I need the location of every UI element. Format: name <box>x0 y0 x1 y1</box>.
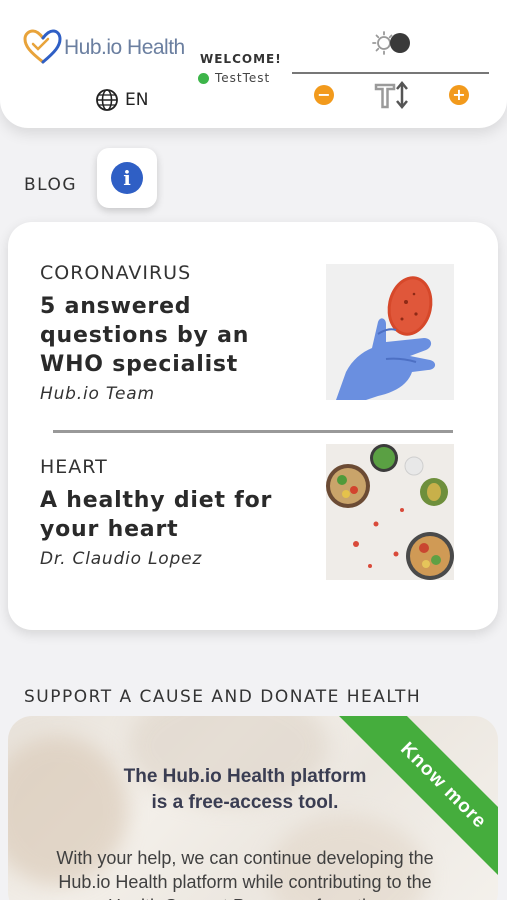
logo[interactable]: Hub.io Health <box>22 28 185 68</box>
article-title[interactable]: A healthy diet for your heart <box>40 486 320 544</box>
info-button[interactable]: i <box>97 148 157 208</box>
app-header: Hub.io Health EN WELCOME! TestTest − + <box>0 0 507 128</box>
info-icon: i <box>111 162 143 194</box>
decrease-font-button[interactable]: − <box>314 85 334 105</box>
username: TestTest <box>215 71 271 85</box>
donate-card[interactable]: The Hub.io Health platform is a free-acc… <box>8 716 498 900</box>
toggle-knob <box>390 33 410 53</box>
know-more-label: Know more <box>396 738 491 833</box>
language-selector[interactable]: EN <box>95 88 148 112</box>
article-separator <box>53 430 453 433</box>
support-section-label: SUPPORT A CAUSE AND DONATE HEALTH <box>24 687 422 707</box>
increase-font-button[interactable]: + <box>449 85 469 105</box>
logo-text: Hub.io Health <box>64 36 185 59</box>
blog-section-label: BLOG <box>24 175 78 195</box>
online-status-dot <box>198 72 209 84</box>
theme-toggle[interactable] <box>372 30 414 56</box>
font-size-icon <box>374 81 408 109</box>
sun-icon <box>372 31 393 55</box>
article-thumbnail[interactable] <box>326 264 454 400</box>
welcome-text: WELCOME! <box>200 52 282 66</box>
language-label: EN <box>125 90 149 110</box>
user-status: TestTest <box>198 71 270 85</box>
article-title[interactable]: 5 answered questions by an WHO specialis… <box>40 292 320 379</box>
gloved-hand-petri-dish-image <box>326 264 454 400</box>
donate-card-text: With your help, we can continue developi… <box>56 848 434 900</box>
article-thumbnail[interactable] <box>326 444 454 580</box>
header-divider <box>292 72 489 74</box>
healthy-food-bowls-image <box>326 444 454 580</box>
globe-icon <box>96 89 118 111</box>
heart-logo-icon <box>23 29 62 64</box>
blog-card: CORONAVIRUS 5 answered questions by an W… <box>8 222 498 630</box>
